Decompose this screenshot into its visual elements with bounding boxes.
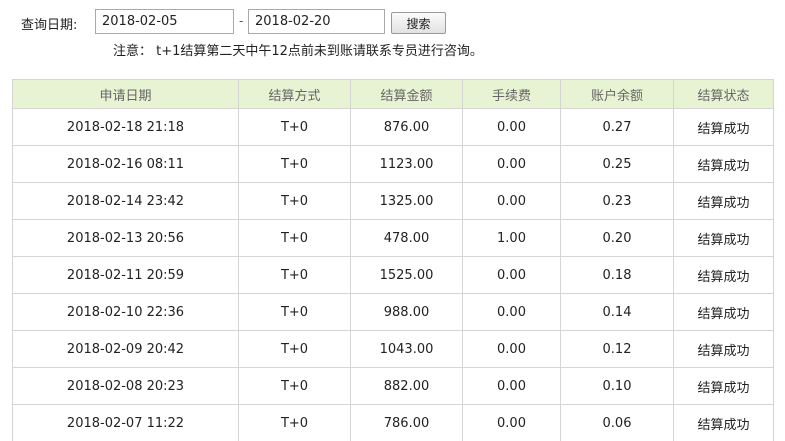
- method-cell: T+0: [238, 330, 351, 368]
- method-cell: T+0: [238, 219, 351, 257]
- status-cell: 结算成功: [673, 293, 774, 331]
- status-cell: 结算成功: [673, 145, 774, 183]
- balance-cell: 0.12: [560, 330, 674, 368]
- balance-cell: 0.23: [560, 182, 674, 220]
- status-cell: 结算成功: [673, 182, 774, 220]
- records-table-container: 申请日期 结算方式 结算金额 手续费 账户余额 结算状态 2018-02-18 …: [12, 79, 774, 441]
- settlement-records-table: 申请日期 结算方式 结算金额 手续费 账户余额 结算状态 2018-02-18 …: [12, 79, 774, 441]
- method-cell: T+0: [238, 404, 351, 441]
- settlement-notice: 注意： t+1结算第二天中午12点前未到账请联系专员进行咨询。: [113, 44, 483, 59]
- column-header-fee: 手续费: [462, 79, 561, 109]
- column-header-apply-date: 申请日期: [12, 79, 239, 109]
- balance-cell: 0.27: [560, 108, 674, 146]
- fee-cell: 0.00: [462, 367, 561, 405]
- method-cell: T+0: [238, 108, 351, 146]
- start-date-input[interactable]: [95, 9, 234, 34]
- column-header-amount: 结算金额: [350, 79, 463, 109]
- settlement-records-page: 查询日期: - 搜索 注意： t+1结算第二天中午12点前未到账请联系专员进行咨…: [0, 0, 785, 441]
- fee-cell: 0.00: [462, 330, 561, 368]
- column-header-method: 结算方式: [238, 79, 351, 109]
- amount-cell: 1123.00: [350, 145, 463, 183]
- amount-cell: 1043.00: [350, 330, 463, 368]
- table-row: 2018-02-13 20:56 T+0 478.00 1.00 0.20 结算…: [12, 219, 774, 257]
- method-cell: T+0: [238, 145, 351, 183]
- end-date-input[interactable]: [248, 9, 385, 34]
- amount-cell: 478.00: [350, 219, 463, 257]
- balance-cell: 0.14: [560, 293, 674, 331]
- amount-cell: 1325.00: [350, 182, 463, 220]
- status-cell: 结算成功: [673, 404, 774, 441]
- amount-cell: 882.00: [350, 367, 463, 405]
- table-row: 2018-02-18 21:18 T+0 876.00 0.00 0.27 结算…: [12, 108, 774, 146]
- apply-date-cell: 2018-02-08 20:23: [12, 367, 239, 405]
- apply-date-cell: 2018-02-07 11:22: [12, 404, 239, 441]
- search-bar: 查询日期: - 搜索: [0, 0, 785, 36]
- column-header-status: 结算状态: [673, 79, 774, 109]
- table-row: 2018-02-09 20:42 T+0 1043.00 0.00 0.12 结…: [12, 330, 774, 368]
- fee-cell: 0.00: [462, 145, 561, 183]
- apply-date-cell: 2018-02-16 08:11: [12, 145, 239, 183]
- apply-date-cell: 2018-02-09 20:42: [12, 330, 239, 368]
- search-button[interactable]: 搜索: [391, 12, 446, 34]
- apply-date-cell: 2018-02-14 23:42: [12, 182, 239, 220]
- table-row: 2018-02-10 22:36 T+0 988.00 0.00 0.14 结算…: [12, 293, 774, 331]
- fee-cell: 0.00: [462, 293, 561, 331]
- fee-cell: 0.00: [462, 256, 561, 294]
- method-cell: T+0: [238, 367, 351, 405]
- balance-cell: 0.06: [560, 404, 674, 441]
- fee-cell: 0.00: [462, 404, 561, 441]
- table-row: 2018-02-14 23:42 T+0 1325.00 0.00 0.23 结…: [12, 182, 774, 220]
- apply-date-cell: 2018-02-11 20:59: [12, 256, 239, 294]
- balance-cell: 0.20: [560, 219, 674, 257]
- status-cell: 结算成功: [673, 108, 774, 146]
- column-header-balance: 账户余额: [560, 79, 674, 109]
- method-cell: T+0: [238, 256, 351, 294]
- date-range-separator: -: [239, 14, 244, 28]
- table-row: 2018-02-07 11:22 T+0 786.00 0.00 0.06 结算…: [12, 404, 774, 441]
- balance-cell: 0.25: [560, 145, 674, 183]
- method-cell: T+0: [238, 182, 351, 220]
- amount-cell: 876.00: [350, 108, 463, 146]
- amount-cell: 1525.00: [350, 256, 463, 294]
- status-cell: 结算成功: [673, 256, 774, 294]
- apply-date-cell: 2018-02-18 21:18: [12, 108, 239, 146]
- apply-date-cell: 2018-02-10 22:36: [12, 293, 239, 331]
- status-cell: 结算成功: [673, 219, 774, 257]
- status-cell: 结算成功: [673, 330, 774, 368]
- status-cell: 结算成功: [673, 367, 774, 405]
- balance-cell: 0.10: [560, 367, 674, 405]
- amount-cell: 988.00: [350, 293, 463, 331]
- amount-cell: 786.00: [350, 404, 463, 441]
- balance-cell: 0.18: [560, 256, 674, 294]
- table-row: 2018-02-11 20:59 T+0 1525.00 0.00 0.18 结…: [12, 256, 774, 294]
- apply-date-cell: 2018-02-13 20:56: [12, 219, 239, 257]
- table-row: 2018-02-08 20:23 T+0 882.00 0.00 0.10 结算…: [12, 367, 774, 405]
- fee-cell: 0.00: [462, 108, 561, 146]
- table-row: 2018-02-16 08:11 T+0 1123.00 0.00 0.25 结…: [12, 145, 774, 183]
- date-filter-label: 查询日期:: [21, 18, 78, 33]
- fee-cell: 0.00: [462, 182, 561, 220]
- table-header-row: 申请日期 结算方式 结算金额 手续费 账户余额 结算状态: [12, 79, 774, 109]
- method-cell: T+0: [238, 293, 351, 331]
- fee-cell: 1.00: [462, 219, 561, 257]
